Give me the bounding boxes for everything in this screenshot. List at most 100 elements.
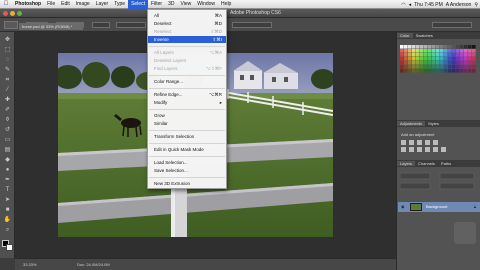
volume-icon[interactable]: ◂ [409, 2, 412, 8]
swatch-cell[interactable] [404, 69, 408, 73]
swatch-cell[interactable] [408, 65, 412, 69]
menu-filter[interactable]: Filter [148, 0, 165, 9]
hand-tool-icon[interactable]: ✋ [3, 216, 12, 224]
menu-photoshop[interactable]: Photoshop [12, 0, 44, 9]
swatch-cell[interactable] [420, 69, 424, 73]
swatch-cell[interactable] [432, 61, 436, 65]
shape-tool-icon[interactable]: ■ [3, 206, 12, 214]
swatch-cell[interactable] [456, 53, 460, 57]
zoom-tool-icon[interactable]: ⌕ [3, 226, 12, 234]
swatch-cell[interactable] [420, 45, 424, 49]
layer-controls[interactable] [400, 172, 476, 192]
zoom-level[interactable]: 33.33% [23, 262, 37, 267]
swatch-cell[interactable] [416, 69, 420, 73]
swatch-cell[interactable] [404, 61, 408, 65]
menu-file[interactable]: File [44, 0, 58, 9]
swatch-cell[interactable] [412, 65, 416, 69]
swatch-cell[interactable] [428, 45, 432, 49]
swatch-cell[interactable] [448, 45, 452, 49]
marquee-tool-icon[interactable]: ⬚ [3, 46, 12, 54]
swatch-cell[interactable] [428, 57, 432, 61]
swatch-cell[interactable] [436, 61, 440, 65]
swatch-cell[interactable] [472, 61, 476, 65]
layer-row-background[interactable]: ◉ Background 🔒︎ [398, 202, 480, 212]
swatch-cell[interactable] [428, 53, 432, 57]
workspace-switcher[interactable] [432, 22, 472, 28]
menu-layer[interactable]: Layer [93, 0, 112, 9]
menu-3d[interactable]: 3D [165, 0, 177, 9]
zoom-window-icon[interactable] [17, 11, 22, 16]
tab-swatches[interactable]: Swatches [413, 33, 436, 38]
swatch-cell[interactable] [420, 61, 424, 65]
swatch-cell[interactable] [400, 45, 404, 49]
minimize-window-icon[interactable] [10, 11, 15, 16]
menu-item-all[interactable]: All ⌘A [148, 12, 226, 19]
spotlight-icon[interactable]: ⚲ [474, 2, 478, 8]
tab-paths[interactable]: Paths [438, 161, 454, 166]
menu-select[interactable]: Select [128, 0, 148, 9]
swatch-cell[interactable] [448, 49, 452, 53]
menu-item-new-3d-extrusion[interactable]: New 3D Extrusion [148, 180, 226, 187]
style-select[interactable] [116, 22, 146, 28]
swatch-cell[interactable] [404, 45, 408, 49]
swatch-cell[interactable] [432, 49, 436, 53]
menu-item-color-range[interactable]: Color Range... [148, 78, 226, 85]
tab-styles[interactable]: Styles [425, 121, 442, 126]
swatch-cell[interactable] [452, 65, 456, 69]
blur-tool-icon[interactable]: ◆ [3, 156, 12, 164]
swatch-cell[interactable] [404, 57, 408, 61]
healing-brush-tool-icon[interactable]: ✚ [3, 96, 12, 104]
swatch-cell[interactable] [424, 69, 428, 73]
swatch-cell[interactable] [464, 57, 468, 61]
menu-window[interactable]: Window [194, 0, 218, 9]
menu-item-grow[interactable]: Grow [148, 112, 226, 119]
swatch-cell[interactable] [444, 49, 448, 53]
visibility-eye-icon[interactable]: ◉ [401, 204, 405, 209]
menu-item-save-selection[interactable]: Save Selection... [148, 167, 226, 174]
type-tool-icon[interactable]: T [3, 186, 12, 194]
menu-item-inverse[interactable]: Inverse ⇧⌘I [148, 36, 226, 43]
swatch-cell[interactable] [464, 69, 468, 73]
swatch-cell[interactable] [468, 53, 472, 57]
swatch-cell[interactable] [436, 53, 440, 57]
swatch-cell[interactable] [428, 69, 432, 73]
swatch-cell[interactable] [408, 53, 412, 57]
menu-image[interactable]: Image [73, 0, 93, 9]
swatch-cell[interactable] [472, 53, 476, 57]
document-tab[interactable]: horse.psd @ 33% (RGB/8) * [19, 23, 83, 30]
move-tool-icon[interactable]: ✥ [3, 36, 12, 44]
swatch-cell[interactable] [440, 61, 444, 65]
swatch-cell[interactable] [416, 61, 420, 65]
swatch-cell[interactable] [452, 69, 456, 73]
swatch-cell[interactable] [420, 57, 424, 61]
anti-alias-checkbox[interactable] [92, 22, 110, 28]
menu-item-find-layers[interactable]: Find Layers ⌥⇧⌘F [148, 65, 226, 72]
swatch-cell[interactable] [420, 65, 424, 69]
swatch-cell[interactable] [448, 53, 452, 57]
clone-stamp-tool-icon[interactable]: ⚱ [3, 116, 12, 124]
swatch-cell[interactable] [444, 45, 448, 49]
swatch-cell[interactable] [472, 49, 476, 53]
swatches-grid[interactable] [400, 45, 476, 75]
swatch-cell[interactable] [452, 53, 456, 57]
swatch-cell[interactable] [428, 65, 432, 69]
swatch-cell[interactable] [464, 53, 468, 57]
menu-type[interactable]: Type [111, 0, 128, 9]
pen-tool-icon[interactable]: ✒ [3, 176, 12, 184]
swatch-cell[interactable] [432, 45, 436, 49]
eyedropper-tool-icon[interactable]: ⁄ [3, 86, 12, 94]
swatch-cell[interactable] [412, 57, 416, 61]
swatch-cell[interactable] [456, 45, 460, 49]
adjustment-icons[interactable] [401, 140, 467, 152]
swatch-cell[interactable] [468, 45, 472, 49]
swatch-cell[interactable] [460, 53, 464, 57]
swatch-cell[interactable] [464, 49, 468, 53]
swatch-cell[interactable] [444, 57, 448, 61]
menu-item-transform-selection[interactable]: Transform Selection [148, 133, 226, 140]
swatch-cell[interactable] [424, 57, 428, 61]
menu-item-deselect[interactable]: Deselect ⌘D [148, 20, 226, 27]
swatch-cell[interactable] [472, 57, 476, 61]
swatch-cell[interactable] [432, 65, 436, 69]
swatch-cell[interactable] [408, 45, 412, 49]
swatch-cell[interactable] [456, 61, 460, 65]
